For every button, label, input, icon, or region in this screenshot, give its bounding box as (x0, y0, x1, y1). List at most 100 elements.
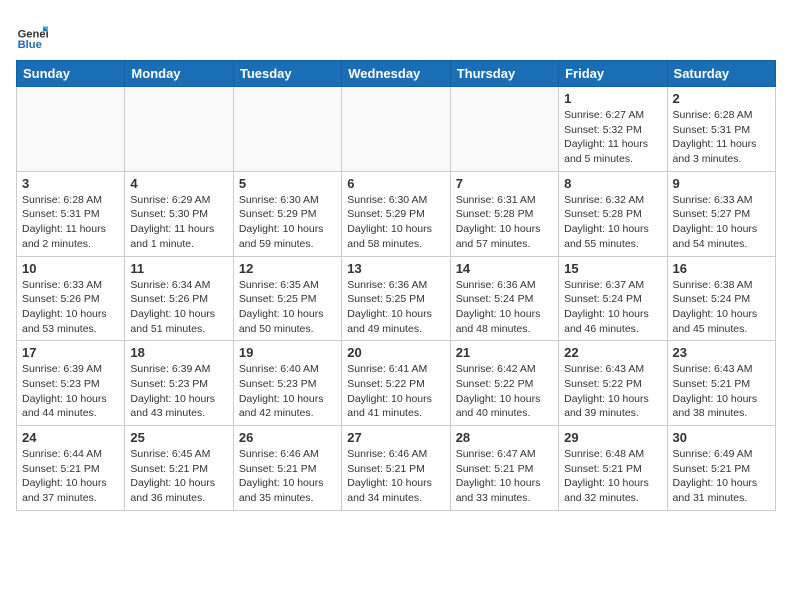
day-info: Sunrise: 6:40 AMSunset: 5:23 PMDaylight:… (239, 362, 336, 421)
day-number: 25 (130, 430, 227, 445)
day-info: Sunrise: 6:45 AMSunset: 5:21 PMDaylight:… (130, 447, 227, 506)
day-number: 1 (564, 91, 661, 106)
day-number: 17 (22, 345, 119, 360)
day-info: Sunrise: 6:38 AMSunset: 5:24 PMDaylight:… (673, 278, 770, 337)
day-info: Sunrise: 6:47 AMSunset: 5:21 PMDaylight:… (456, 447, 553, 506)
calendar-cell: 19 Sunrise: 6:40 AMSunset: 5:23 PMDayligh… (233, 341, 341, 426)
day-number: 29 (564, 430, 661, 445)
calendar-cell: 14 Sunrise: 6:36 AMSunset: 5:24 PMDayligh… (450, 256, 558, 341)
day-number: 21 (456, 345, 553, 360)
calendar-cell: 21 Sunrise: 6:42 AMSunset: 5:22 PMDayligh… (450, 341, 558, 426)
logo-icon: General Blue (16, 20, 48, 52)
weekday-header-friday: Friday (559, 61, 667, 87)
calendar-week-4: 17 Sunrise: 6:39 AMSunset: 5:23 PMDayligh… (17, 341, 776, 426)
day-info: Sunrise: 6:39 AMSunset: 5:23 PMDaylight:… (130, 362, 227, 421)
day-info: Sunrise: 6:39 AMSunset: 5:23 PMDaylight:… (22, 362, 119, 421)
day-info: Sunrise: 6:34 AMSunset: 5:26 PMDaylight:… (130, 278, 227, 337)
calendar-cell (450, 87, 558, 172)
weekday-header-sunday: Sunday (17, 61, 125, 87)
day-number: 13 (347, 261, 444, 276)
calendar-table: SundayMondayTuesdayWednesdayThursdayFrid… (16, 60, 776, 511)
calendar-cell: 27 Sunrise: 6:46 AMSunset: 5:21 PMDayligh… (342, 426, 450, 511)
day-number: 18 (130, 345, 227, 360)
day-number: 3 (22, 176, 119, 191)
calendar-cell: 8Sunrise: 6:32 AMSunset: 5:28 PMDaylight… (559, 171, 667, 256)
day-number: 5 (239, 176, 336, 191)
calendar-cell: 5 Sunrise: 6:30 AMSunset: 5:29 PMDaylight… (233, 171, 341, 256)
day-info: Sunrise: 6:44 AMSunset: 5:21 PMDaylight:… (22, 447, 119, 506)
calendar-cell: 17 Sunrise: 6:39 AMSunset: 5:23 PMDayligh… (17, 341, 125, 426)
day-info: Sunrise: 6:43 AMSunset: 5:21 PMDaylight:… (673, 362, 770, 421)
weekday-header-thursday: Thursday (450, 61, 558, 87)
calendar-cell (342, 87, 450, 172)
calendar-cell: 22 Sunrise: 6:43 AMSunset: 5:22 PMDayligh… (559, 341, 667, 426)
page-header: General Blue (16, 16, 776, 52)
day-number: 24 (22, 430, 119, 445)
weekday-header-monday: Monday (125, 61, 233, 87)
calendar-cell: 13 Sunrise: 6:36 AMSunset: 5:25 PMDayligh… (342, 256, 450, 341)
calendar-cell: 1 Sunrise: 6:27 AMSunset: 5:32 PMDaylight… (559, 87, 667, 172)
calendar-cell: 28 Sunrise: 6:47 AMSunset: 5:21 PMDayligh… (450, 426, 558, 511)
calendar-cell: 3 Sunrise: 6:28 AMSunset: 5:31 PMDaylight… (17, 171, 125, 256)
calendar-cell: 24 Sunrise: 6:44 AMSunset: 5:21 PMDayligh… (17, 426, 125, 511)
day-number: 16 (673, 261, 770, 276)
day-number: 20 (347, 345, 444, 360)
calendar-cell: 29 Sunrise: 6:48 AMSunset: 5:21 PMDayligh… (559, 426, 667, 511)
day-info: Sunrise: 6:28 AMSunset: 5:31 PMDaylight:… (673, 108, 770, 167)
weekday-header-wednesday: Wednesday (342, 61, 450, 87)
day-info: Sunrise: 6:41 AMSunset: 5:22 PMDaylight:… (347, 362, 444, 421)
day-number: 2 (673, 91, 770, 106)
calendar-cell: 20 Sunrise: 6:41 AMSunset: 5:22 PMDayligh… (342, 341, 450, 426)
day-info: Sunrise: 6:36 AMSunset: 5:25 PMDaylight:… (347, 278, 444, 337)
day-info: Sunrise: 6:27 AMSunset: 5:32 PMDaylight:… (564, 108, 661, 167)
calendar-cell: 25 Sunrise: 6:45 AMSunset: 5:21 PMDayligh… (125, 426, 233, 511)
day-number: 11 (130, 261, 227, 276)
day-info: Sunrise: 6:29 AMSunset: 5:30 PMDaylight:… (130, 193, 227, 252)
day-number: 27 (347, 430, 444, 445)
day-info: Sunrise: 6:32 AMSunset: 5:28 PMDaylight:… (564, 193, 661, 252)
day-info: Sunrise: 6:37 AMSunset: 5:24 PMDaylight:… (564, 278, 661, 337)
calendar-week-3: 10Sunrise: 6:33 AMSunset: 5:26 PMDayligh… (17, 256, 776, 341)
day-number: 23 (673, 345, 770, 360)
calendar-cell: 12 Sunrise: 6:35 AMSunset: 5:25 PMDayligh… (233, 256, 341, 341)
calendar-header-row: SundayMondayTuesdayWednesdayThursdayFrid… (17, 61, 776, 87)
day-info: Sunrise: 6:28 AMSunset: 5:31 PMDaylight:… (22, 193, 119, 252)
day-info: Sunrise: 6:43 AMSunset: 5:22 PMDaylight:… (564, 362, 661, 421)
svg-text:Blue: Blue (18, 39, 42, 51)
day-number: 28 (456, 430, 553, 445)
day-info: Sunrise: 6:31 AMSunset: 5:28 PMDaylight:… (456, 193, 553, 252)
day-info: Sunrise: 6:33 AMSunset: 5:27 PMDaylight:… (673, 193, 770, 252)
calendar-cell (17, 87, 125, 172)
day-number: 30 (673, 430, 770, 445)
calendar-cell (125, 87, 233, 172)
day-number: 6 (347, 176, 444, 191)
day-number: 26 (239, 430, 336, 445)
day-number: 12 (239, 261, 336, 276)
day-number: 22 (564, 345, 661, 360)
calendar-cell: 26Sunrise: 6:46 AMSunset: 5:21 PMDayligh… (233, 426, 341, 511)
calendar-cell: 16 Sunrise: 6:38 AMSunset: 5:24 PMDayligh… (667, 256, 775, 341)
logo: General Blue (16, 20, 48, 52)
calendar-week-1: 1 Sunrise: 6:27 AMSunset: 5:32 PMDaylight… (17, 87, 776, 172)
day-info: Sunrise: 6:48 AMSunset: 5:21 PMDaylight:… (564, 447, 661, 506)
day-info: Sunrise: 6:42 AMSunset: 5:22 PMDaylight:… (456, 362, 553, 421)
day-info: Sunrise: 6:46 AMSunset: 5:21 PMDaylight:… (347, 447, 444, 506)
day-number: 14 (456, 261, 553, 276)
weekday-header-saturday: Saturday (667, 61, 775, 87)
calendar-cell: 23 Sunrise: 6:43 AMSunset: 5:21 PMDayligh… (667, 341, 775, 426)
day-number: 15 (564, 261, 661, 276)
day-info: Sunrise: 6:49 AMSunset: 5:21 PMDaylight:… (673, 447, 770, 506)
day-info: Sunrise: 6:35 AMSunset: 5:25 PMDaylight:… (239, 278, 336, 337)
calendar-cell: 15 Sunrise: 6:37 AMSunset: 5:24 PMDayligh… (559, 256, 667, 341)
day-number: 4 (130, 176, 227, 191)
day-number: 9 (673, 176, 770, 191)
day-info: Sunrise: 6:36 AMSunset: 5:24 PMDaylight:… (456, 278, 553, 337)
calendar-cell: 7Sunrise: 6:31 AMSunset: 5:28 PMDaylight… (450, 171, 558, 256)
calendar-cell: 30 Sunrise: 6:49 AMSunset: 5:21 PMDayligh… (667, 426, 775, 511)
calendar-cell: 9 Sunrise: 6:33 AMSunset: 5:27 PMDaylight… (667, 171, 775, 256)
day-number: 19 (239, 345, 336, 360)
calendar-cell: 2 Sunrise: 6:28 AMSunset: 5:31 PMDaylight… (667, 87, 775, 172)
calendar-cell: 18 Sunrise: 6:39 AMSunset: 5:23 PMDayligh… (125, 341, 233, 426)
day-info: Sunrise: 6:30 AMSunset: 5:29 PMDaylight:… (239, 193, 336, 252)
calendar-cell (233, 87, 341, 172)
